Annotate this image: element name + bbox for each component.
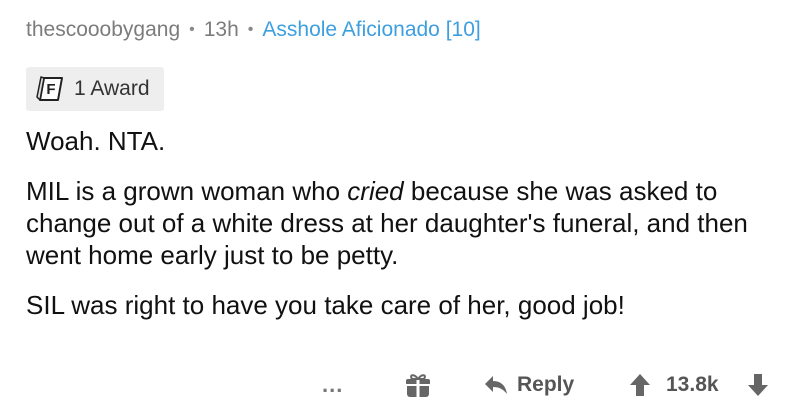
- upvote-arrow-icon[interactable]: [629, 362, 651, 408]
- emphasized-text: cried: [347, 176, 404, 206]
- separator-dot: •: [247, 21, 254, 38]
- award-pill[interactable]: F 1 Award: [26, 67, 164, 111]
- comment-paragraph: SIL was right to have you take care of h…: [26, 290, 625, 320]
- comment-text: MIL is a grown woman who: [26, 176, 348, 206]
- separator-dot: •: [189, 21, 195, 38]
- comment-time: 13h: [203, 18, 239, 41]
- give-award-icon[interactable]: [404, 362, 432, 408]
- award-label: 1 Award: [74, 77, 150, 100]
- reply-arrow-icon: [485, 376, 507, 394]
- username-link[interactable]: thescooobygang: [26, 18, 180, 42]
- more-options-button[interactable]: ...: [322, 362, 343, 408]
- comment-actions: ... Reply 13.8k: [0, 362, 800, 408]
- comment-paragraph: MIL is a grown woman who cried because s…: [26, 175, 774, 271]
- vote-score: 13.8k: [666, 373, 719, 396]
- comment: thescooobygang • 13h • Asshole Aficionad…: [0, 0, 800, 418]
- user-flair: Asshole Aficionado [10]: [262, 18, 481, 41]
- comment-body: Woah. NTA. MIL is a grown woman who crie…: [26, 125, 774, 321]
- reply-label: Reply: [517, 373, 575, 396]
- comment-meta: thescooobygang • 13h • Asshole Aficionad…: [26, 18, 481, 42]
- downvote-arrow-icon[interactable]: [747, 362, 769, 408]
- f-award-icon: F: [36, 74, 66, 104]
- svg-text:F: F: [46, 81, 55, 98]
- comment-paragraph: Woah. NTA.: [26, 126, 166, 156]
- reply-button[interactable]: Reply: [483, 362, 574, 408]
